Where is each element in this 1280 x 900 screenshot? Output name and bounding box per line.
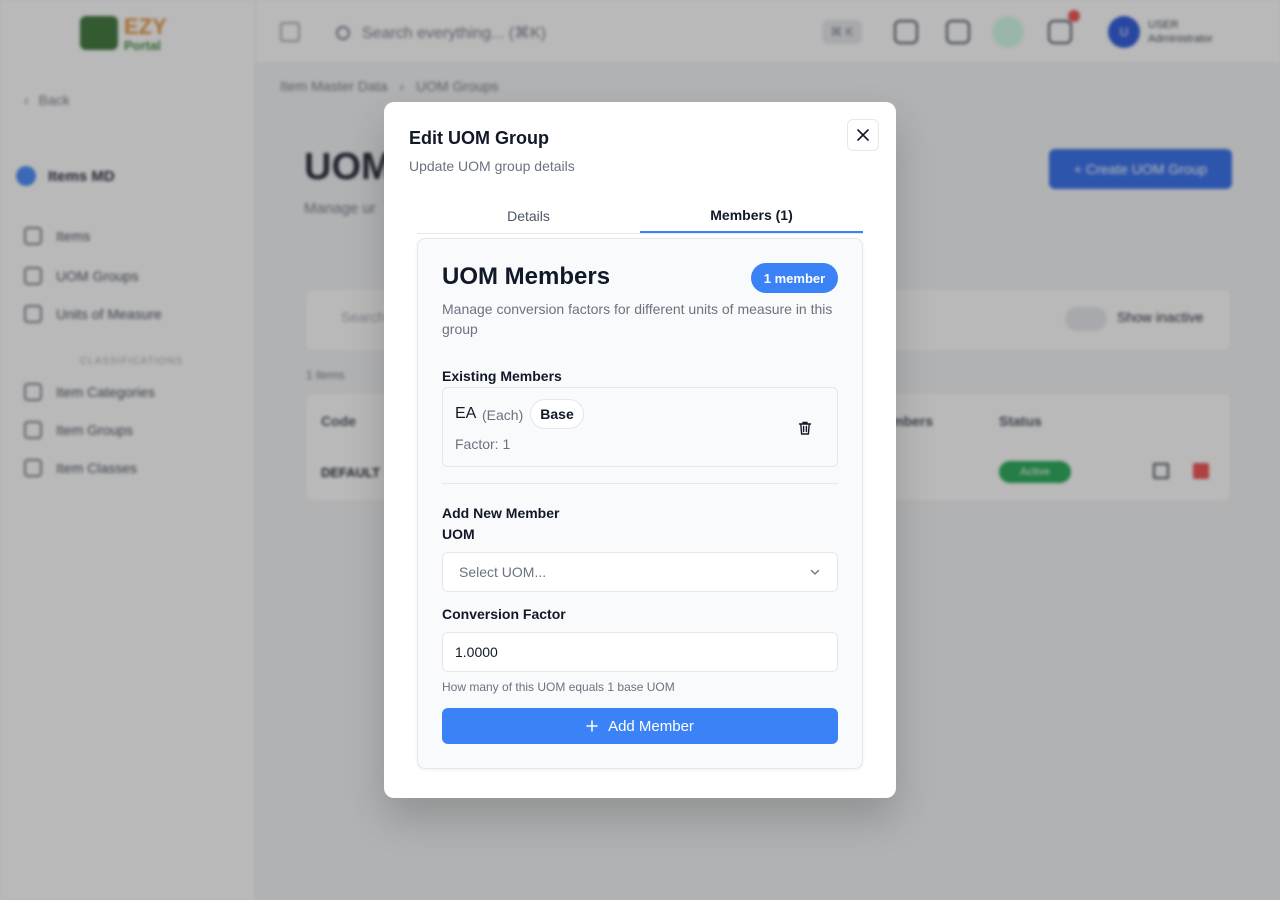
dialog-subtitle: Update UOM group details: [409, 158, 575, 174]
close-button[interactable]: [847, 119, 879, 151]
conversion-factor-hint: How many of this UOM equals 1 base UOM: [442, 680, 675, 694]
chevron-down-icon: [810, 569, 820, 575]
uom-field-label: UOM: [442, 526, 475, 542]
tab-members[interactable]: Members (1): [640, 198, 863, 233]
dialog-title: Edit UOM Group: [409, 128, 549, 148]
existing-members-label: Existing Members: [442, 368, 562, 384]
member-code: EA: [455, 405, 477, 422]
member-count-badge: 1 member: [751, 263, 838, 293]
trash-icon: [798, 421, 812, 435]
add-member-section-label: Add New Member: [442, 505, 560, 521]
delete-member-button[interactable]: [793, 416, 817, 440]
dialog-tabs: Details Members (1): [417, 198, 863, 234]
uom-select-placeholder: Select UOM...: [459, 564, 547, 580]
member-factor: Factor: 1: [455, 436, 511, 452]
tab-details[interactable]: Details: [417, 198, 640, 233]
members-title: UOM Members: [442, 263, 611, 290]
conversion-factor-input[interactable]: [442, 632, 838, 672]
members-description: Manage conversion factors for different …: [442, 301, 833, 337]
member-item: EA (Each) Base Factor: 1: [442, 387, 838, 467]
uom-members-panel: UOM Members 1 member Manage conversion f…: [417, 238, 863, 769]
conversion-factor-label: Conversion Factor: [442, 606, 566, 622]
section-divider: [442, 483, 838, 484]
uom-select[interactable]: Select UOM...: [442, 552, 838, 592]
add-member-button[interactable]: Add Member: [442, 708, 838, 744]
base-badge: Base: [530, 399, 584, 429]
add-member-label: Add Member: [608, 717, 694, 735]
plus-icon: [586, 720, 598, 732]
member-name: (Each): [482, 407, 524, 423]
close-icon: [857, 129, 869, 141]
edit-uom-group-dialog: Edit UOM Group Update UOM group details …: [384, 102, 896, 798]
